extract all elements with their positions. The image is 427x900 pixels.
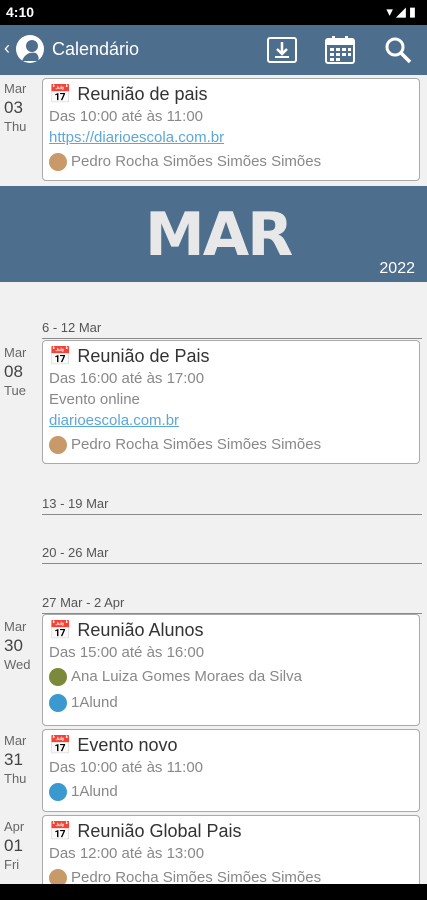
group-avatar — [49, 694, 67, 712]
week-header: 13 - 19 Mar — [42, 496, 422, 515]
navigation-bar — [0, 884, 427, 900]
banner-month: MAR — [145, 200, 293, 270]
week-header: 6 - 12 Mar — [42, 320, 422, 339]
event-title: Evento novo — [77, 735, 178, 755]
calendar-small-icon: 📅 — [49, 84, 72, 104]
event-link[interactable]: https://diarioescola.com.br — [49, 127, 413, 148]
date-month: Mar — [4, 81, 27, 96]
date-weekday: Tue — [4, 382, 26, 398]
event-card[interactable]: 📅 Reunião de pais Das 10:00 até às 11:00 … — [42, 78, 420, 181]
event-title: Reunião de pais — [77, 84, 208, 104]
event-group: 1Alund — [71, 783, 118, 800]
calendar-screen: 4:10 ▾◢▮ ‹ Calendário Mar 03 Thu 📅 Reuni… — [0, 0, 427, 900]
event-note: Evento online — [49, 391, 140, 408]
calendar-small-icon: 📅 — [49, 346, 72, 366]
calendar-small-icon: 📅 — [49, 735, 72, 755]
date-day: 01 — [4, 835, 23, 855]
date-month: Apr — [4, 819, 25, 834]
calendar-small-icon: 📅 — [49, 620, 72, 640]
event-person: Pedro Rocha Simões Simões Simões — [71, 436, 322, 453]
event-time: Das 10:00 até às 11:00 — [49, 108, 203, 125]
app-bar: ‹ Calendário — [0, 25, 427, 75]
month-banner: MAR 2022 — [0, 186, 427, 282]
status-bar: 4:10 ▾◢▮ — [0, 0, 427, 25]
date-weekday: Thu — [4, 118, 27, 134]
date-month: Mar — [4, 345, 27, 360]
event-card[interactable]: 📅 Reunião de Pais Das 16:00 até às 17:00 … — [42, 340, 420, 464]
group-avatar — [49, 783, 67, 801]
date-day: 31 — [4, 749, 23, 769]
event-time: Das 12:00 até às 13:00 — [49, 845, 205, 862]
date-month: Mar — [4, 619, 27, 634]
event-date: Apr 01 Fri — [4, 818, 24, 873]
event-card[interactable]: 📅 Evento novo Das 10:00 até às 11:00 1Alu… — [42, 729, 420, 812]
week-header: 20 - 26 Mar — [42, 545, 422, 564]
app-logo-icon[interactable] — [14, 33, 46, 65]
status-icons: ▾◢▮ — [386, 4, 419, 20]
banner-year: 2022 — [379, 260, 415, 277]
avatar — [49, 668, 67, 686]
event-card[interactable]: 📅 Reunião Alunos Das 15:00 até às 16:00 A… — [42, 614, 420, 726]
event-person: Pedro Rocha Simões Simões Simões — [71, 153, 322, 170]
event-date: Mar 30 Wed — [4, 618, 31, 673]
event-title: Reunião Global Pais — [77, 821, 242, 841]
calendar-icon[interactable] — [324, 35, 356, 65]
event-group: 1Alund — [71, 694, 118, 711]
battery-icon: ▮ — [408, 4, 419, 19]
event-time: Das 16:00 até às 17:00 — [49, 370, 205, 387]
status-time: 4:10 — [6, 4, 35, 20]
date-weekday: Fri — [4, 856, 20, 872]
avatar — [49, 436, 67, 454]
signal-icon: ◢ — [395, 4, 409, 19]
date-day: 30 — [4, 635, 23, 655]
date-weekday: Thu — [4, 770, 27, 786]
event-title: Reunião de Pais — [77, 346, 210, 366]
event-date: Mar 03 Thu — [4, 80, 26, 135]
date-weekday: Wed — [4, 656, 31, 672]
event-person: Ana Luiza Gomes Moraes da Silva — [71, 668, 302, 685]
event-time: Das 10:00 até às 11:00 — [49, 759, 203, 776]
date-month: Mar — [4, 733, 27, 748]
download-icon[interactable] — [266, 35, 298, 65]
avatar — [49, 153, 67, 171]
event-date: Mar 31 Thu — [4, 732, 26, 787]
event-title: Reunião Alunos — [77, 620, 204, 640]
wifi-icon: ▾ — [386, 4, 396, 19]
event-link[interactable]: diarioescola.com.br — [49, 410, 413, 431]
back-chevron-icon[interactable]: ‹ — [4, 38, 10, 59]
event-date: Mar 08 Tue — [4, 344, 26, 399]
search-icon[interactable] — [382, 35, 414, 65]
week-header: 27 Mar - 2 Apr — [42, 595, 422, 614]
calendar-small-icon: 📅 — [49, 821, 72, 841]
date-day: 03 — [4, 97, 23, 117]
event-time: Das 15:00 até às 16:00 — [49, 644, 205, 661]
page-title: Calendário — [52, 39, 140, 59]
date-day: 08 — [4, 361, 23, 381]
